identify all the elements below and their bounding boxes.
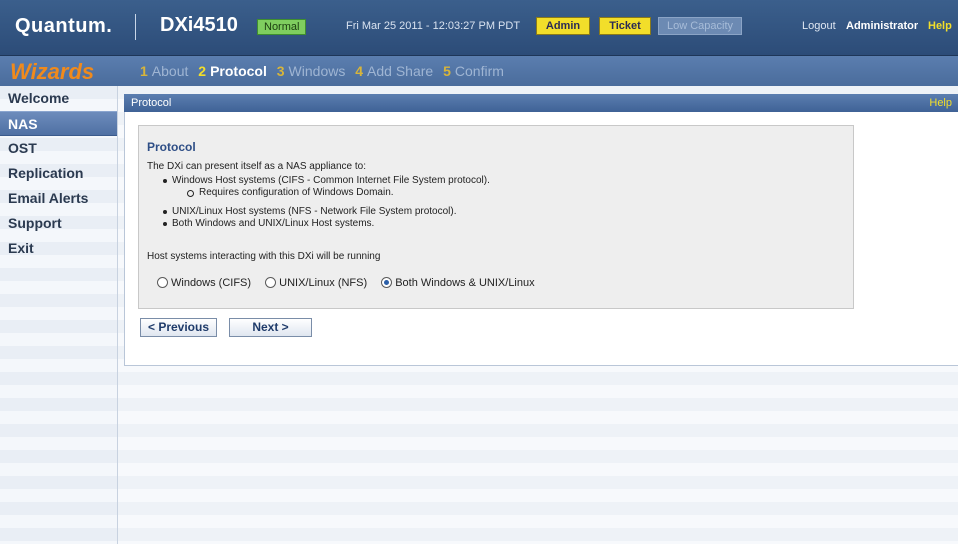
bullet-both: Both Windows and UNIX/Linux Host systems… <box>147 218 837 230</box>
step-number: 3 <box>276 63 285 79</box>
step-label: About <box>151 63 189 79</box>
protocol-info-box: Protocol The DXi can present itself as a… <box>138 125 854 309</box>
top-header: Quantum. DXi4510 Normal Fri Mar 25 2011 … <box>0 0 958 56</box>
step-label: Add Share <box>367 63 434 79</box>
brand-logo: Quantum. <box>15 15 113 37</box>
step-number: 1 <box>140 63 148 79</box>
next-button[interactable]: Next > <box>229 318 312 337</box>
radio-label: UNIX/Linux (NFS) <box>279 277 368 289</box>
header-help-link[interactable]: Help <box>928 20 952 32</box>
step-number: 2 <box>198 63 207 79</box>
step-number: 4 <box>355 63 364 79</box>
wizard-step-bar: Wizards 1 About 2 Protocol 3 Windows 4 Add S… <box>0 56 958 86</box>
low-capacity-button[interactable]: Low Capacity <box>658 17 742 35</box>
step-label: Windows <box>288 63 346 79</box>
intro-text: The DXi can present itself as a NAS appl… <box>147 161 367 172</box>
model-name: DXi4510 <box>160 14 238 36</box>
sidebar-item-ost[interactable]: OST <box>0 136 117 161</box>
panel-title: Protocol <box>131 97 172 109</box>
bullet-windows: Windows Host systems (CIFS - Common Inte… <box>147 175 837 187</box>
sidebar-item-email-alerts[interactable]: Email Alerts <box>0 186 117 211</box>
admin-button[interactable]: Admin <box>536 17 590 35</box>
ticket-button[interactable]: Ticket <box>599 17 651 35</box>
step-number: 5 <box>443 63 451 79</box>
sidebar-item-exit[interactable]: Exit <box>0 236 117 261</box>
radio-label: Windows (CIFS) <box>171 277 252 289</box>
status-badge[interactable]: Normal <box>257 19 307 35</box>
sidebar-item-nas[interactable]: NAS <box>0 111 117 136</box>
current-user: Administrator <box>846 20 919 32</box>
previous-button[interactable]: < Previous <box>140 318 217 337</box>
panel-header: Protocol Help <box>124 94 958 112</box>
logout-link[interactable]: Logout <box>802 20 836 32</box>
panel-help-link[interactable]: Help <box>929 97 952 109</box>
wizard-steps: 1 About 2 Protocol 3 Windows 4 Add Share 5 Co… <box>140 63 510 79</box>
radio-button[interactable] <box>157 277 168 288</box>
step-label: Protocol <box>210 63 267 79</box>
section-heading: Protocol <box>147 140 196 154</box>
protocol-bullet-list: Windows Host systems (CIFS - Common Inte… <box>147 175 837 230</box>
sidebar-item-replication[interactable]: Replication <box>0 161 117 186</box>
protocol-radio-group: Windows (CIFS) UNIX/Linux (NFS) Both Win… <box>157 277 546 289</box>
wizard-step-add-share[interactable]: 4 Add Share <box>355 63 433 79</box>
host-systems-prompt: Host systems interacting with this DXi w… <box>147 251 381 262</box>
step-label: Confirm <box>454 63 504 79</box>
radio-unix-nfs[interactable]: UNIX/Linux (NFS) <box>265 277 367 289</box>
radio-both[interactable]: Both Windows & UNIX/Linux <box>381 277 535 289</box>
sidebar-item-welcome[interactable]: Welcome <box>0 86 117 111</box>
bullet-unix: UNIX/Linux Host systems (NFS - Network F… <box>147 206 837 218</box>
radio-button-selected[interactable] <box>381 277 393 288</box>
wizard-step-protocol[interactable]: 2 Protocol <box>198 63 267 79</box>
wizard-step-about[interactable]: 1 About <box>140 63 188 79</box>
radio-label: Both Windows & UNIX/Linux <box>395 277 535 289</box>
sub-bullet-windows-domain: Requires configuration of Windows Domain… <box>147 187 837 199</box>
wizard-step-windows[interactable]: 3 Windows <box>277 63 346 79</box>
wizards-title: Wizards <box>10 59 95 84</box>
sidebar: Welcome NAS OST Replication Email Alerts… <box>0 86 118 544</box>
wizard-step-confirm[interactable]: 5 Confirm <box>443 63 504 79</box>
radio-windows-cifs[interactable]: Windows (CIFS) <box>157 277 251 289</box>
radio-button[interactable] <box>265 277 277 288</box>
header-divider <box>135 14 136 40</box>
datetime-display: Fri Mar 25 2011 - 12:03:27 PM PDT <box>346 20 521 32</box>
sidebar-item-support[interactable]: Support <box>0 211 117 236</box>
